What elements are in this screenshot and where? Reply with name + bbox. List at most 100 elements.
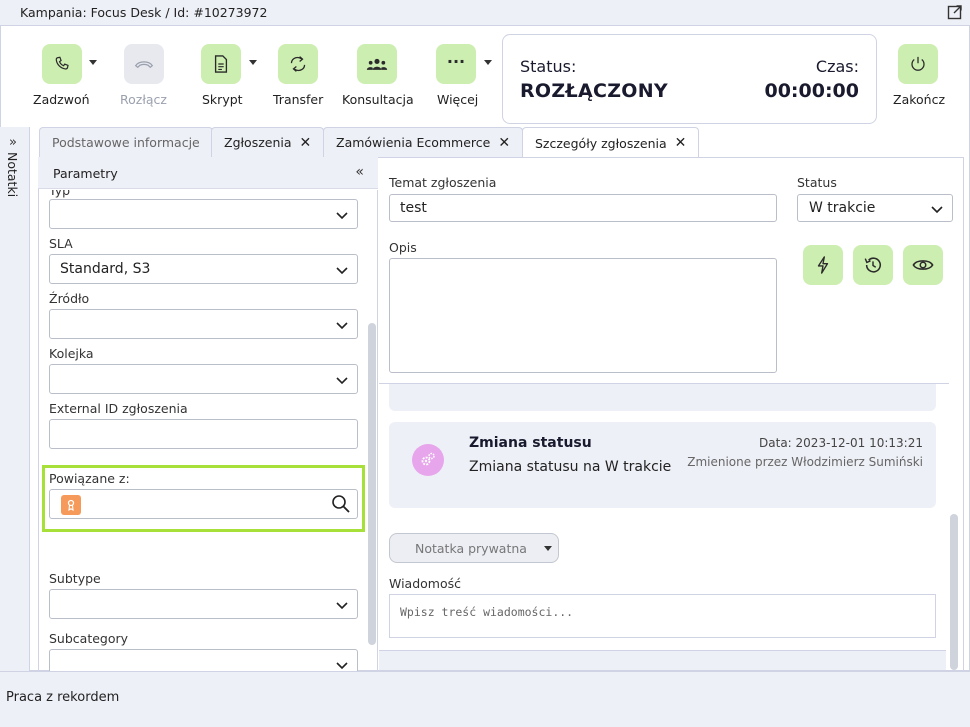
- tab-basic-info[interactable]: Podstawowe informacje: [39, 127, 213, 157]
- tab-label: Podstawowe informacje: [52, 135, 200, 150]
- script-button[interactable]: [201, 44, 241, 84]
- time-label: Czas:: [815, 57, 859, 76]
- power-icon: [911, 56, 925, 71]
- transfer-button[interactable]: [278, 44, 318, 84]
- chevron-down-icon: [336, 267, 348, 275]
- tab-label: Zgłoszenia: [224, 135, 292, 150]
- activity-card: [389, 384, 936, 411]
- subject-label: Temat zgłoszenia: [389, 175, 497, 190]
- close-icon[interactable]: ✕: [300, 135, 312, 151]
- ticket-status-select[interactable]: W trakcie: [797, 194, 953, 222]
- transfer-label: Transfer: [273, 92, 324, 107]
- history-icon: [864, 257, 882, 273]
- queue-select[interactable]: [49, 364, 358, 394]
- more-dropdown-caret[interactable]: [484, 60, 492, 65]
- footer-text: Praca z rekordem: [6, 690, 120, 705]
- subcategory-select[interactable]: [49, 649, 358, 671]
- params-panel: Typ SLA Standard, S3 Źródło Kolejka Exte…: [38, 190, 378, 671]
- hangup-button[interactable]: [124, 44, 164, 84]
- tab-ecommerce-orders[interactable]: Zamówienia Ecommerce ✕: [323, 127, 524, 157]
- collapse-icon[interactable]: «: [355, 164, 364, 180]
- subject-input[interactable]: test: [389, 194, 777, 222]
- hangup-label: Rozłącz: [120, 92, 167, 107]
- params-header: Parametry «: [38, 157, 378, 189]
- record-icon: [61, 495, 81, 515]
- sla-value: Standard, S3: [60, 261, 151, 277]
- eye-icon: [912, 260, 934, 270]
- chevron-down-icon: [336, 377, 348, 385]
- linked-record-input[interactable]: [49, 489, 358, 519]
- tab-ticket-details[interactable]: Szczegóły zgłoszenia ✕: [522, 127, 700, 158]
- script-label: Skrypt: [202, 92, 243, 107]
- ticket-status-value: W trakcie: [809, 200, 876, 216]
- transfer-icon: [290, 56, 306, 72]
- linked-label: Powiązane z:: [49, 471, 130, 486]
- history-button[interactable]: [853, 245, 893, 285]
- chevron-down-icon: [336, 212, 348, 220]
- chevron-down-icon: [336, 322, 348, 330]
- notes-side-tab[interactable]: » Notatki: [0, 127, 30, 672]
- tab-tickets[interactable]: Zgłoszenia ✕: [211, 127, 325, 157]
- type-label: Typ: [49, 190, 71, 198]
- message-placeholder: Wpisz treść wiadomości...: [400, 605, 574, 619]
- more-label: Więcej: [437, 92, 479, 107]
- sla-select[interactable]: Standard, S3: [49, 254, 358, 284]
- end-button[interactable]: [898, 44, 938, 84]
- consult-button[interactable]: [357, 44, 397, 84]
- subtype-select[interactable]: [49, 589, 358, 619]
- status-label: Status:: [520, 57, 577, 76]
- consult-label: Konsultacja: [342, 92, 414, 107]
- description-label: Opis: [389, 240, 417, 255]
- call-label: Zadzwoń: [33, 92, 90, 107]
- hangup-icon: [134, 61, 154, 69]
- close-icon[interactable]: ✕: [675, 135, 687, 151]
- source-select[interactable]: [49, 309, 358, 339]
- popout-icon[interactable]: [947, 4, 963, 20]
- search-icon[interactable]: [331, 494, 351, 514]
- expand-icon[interactable]: »: [9, 135, 17, 150]
- status-change-icon: [412, 444, 444, 476]
- params-scrollbar[interactable]: [368, 323, 376, 645]
- title-bar: Kampania: Focus Desk / Id: #10273972: [0, 0, 970, 26]
- chevron-down-icon: [931, 206, 943, 214]
- queue-label: Kolejka: [49, 346, 94, 361]
- description-textarea[interactable]: [389, 258, 777, 373]
- note-type-dropdown[interactable]: Notatka prywatna: [389, 533, 559, 563]
- activity-date: Data: 2023-12-01 10:13:21: [759, 436, 923, 450]
- activity-card: Zmiana statusu Zmiana statusu na W trakc…: [389, 422, 936, 508]
- feed-scrollbar[interactable]: [950, 514, 958, 670]
- external-id-input[interactable]: [49, 419, 358, 449]
- type-select[interactable]: [49, 199, 358, 229]
- tab-label: Szczegóły zgłoszenia: [535, 135, 667, 151]
- ticket-status-label: Status: [797, 175, 837, 190]
- notes-label: Notatki: [5, 152, 20, 198]
- phone-icon: [55, 56, 69, 70]
- call-button[interactable]: [42, 44, 82, 84]
- preview-button[interactable]: [903, 245, 943, 285]
- message-label: Wiadomość: [389, 576, 462, 591]
- chevron-down-icon: [336, 662, 348, 670]
- people-icon: [366, 58, 388, 70]
- window-title: Kampania: Focus Desk / Id: #10273972: [20, 5, 268, 20]
- activity-feed: Zmiana statusu Zmiana statusu na W trakc…: [379, 384, 949, 670]
- script-dropdown-caret[interactable]: [249, 60, 257, 65]
- time-value: 00:00:00: [764, 80, 859, 102]
- subject-value: test: [400, 200, 427, 216]
- chevron-down-icon: [544, 546, 552, 551]
- quick-action-button[interactable]: [803, 245, 843, 285]
- status-value: ROZŁĄCZONY: [520, 80, 668, 102]
- sla-label: SLA: [49, 236, 73, 251]
- activity-title: Zmiana statusu: [469, 435, 592, 451]
- footer-bar: Praca z rekordem: [0, 671, 970, 727]
- document-icon: [214, 55, 228, 73]
- subtype-label: Subtype: [49, 571, 101, 586]
- activity-text: Zmiana statusu na W trakcie: [469, 459, 672, 475]
- chevron-down-icon: [336, 602, 348, 610]
- call-dropdown-caret[interactable]: [89, 60, 97, 65]
- call-status-panel: Status: ROZŁĄCZONY Czas: 00:00:00: [502, 34, 877, 124]
- more-button[interactable]: ···: [436, 44, 476, 84]
- close-icon[interactable]: ✕: [498, 135, 510, 151]
- ellipsis-icon: ···: [446, 51, 466, 71]
- ticket-details-panel: Temat zgłoszenia test Status W trakcie O…: [379, 158, 963, 670]
- message-input[interactable]: Wpisz treść wiadomości...: [389, 594, 936, 638]
